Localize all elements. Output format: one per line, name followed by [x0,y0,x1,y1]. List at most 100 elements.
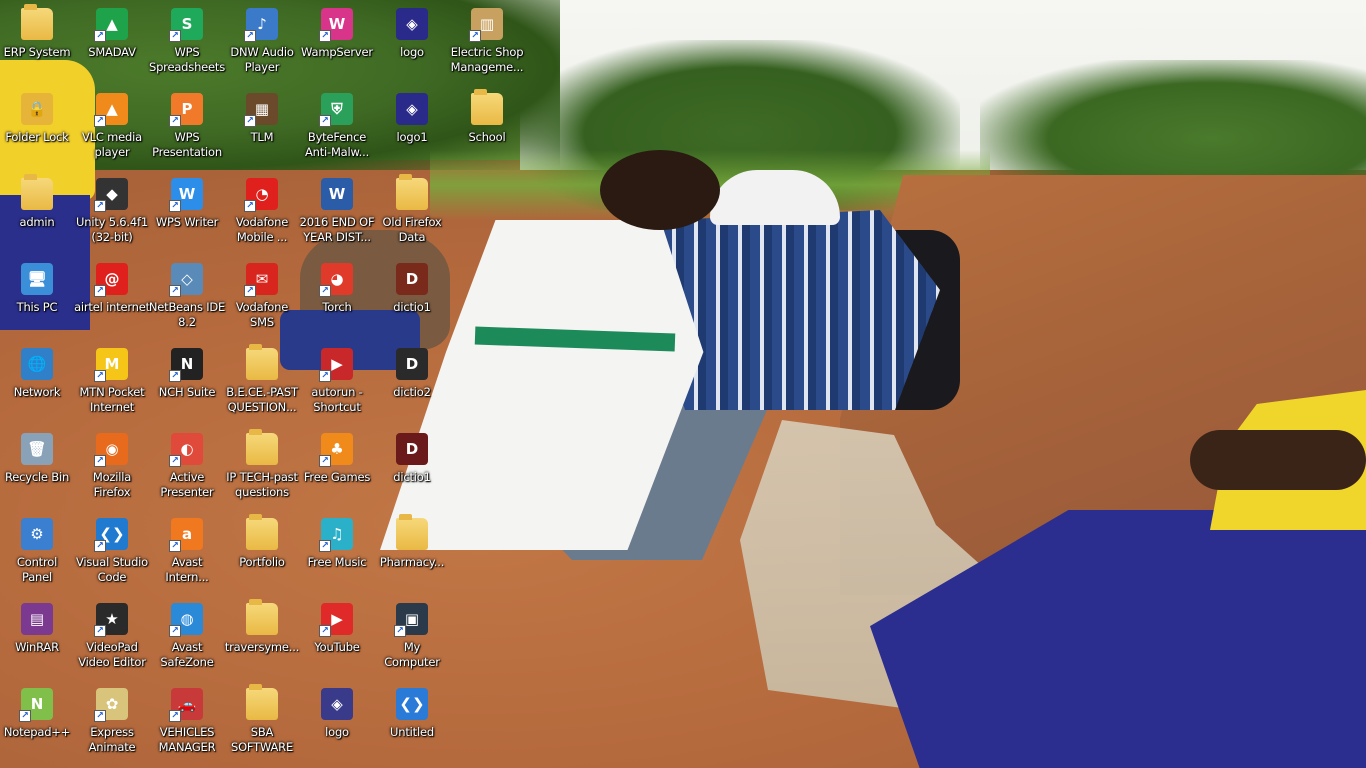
desktop-icon[interactable]: ▲ ↗ SMADAV [75,4,149,84]
desktop-icon-label: Old Firefox Data [382,215,442,244]
desktop-icon[interactable]: ✉ ↗ Vodafone SMS [225,259,299,339]
desktop-icon[interactable]: ❮❯ Untitled [375,684,449,764]
desktop-icon[interactable]: ◈ logo [300,684,374,764]
desktop-icon[interactable]: W 2016 END OF YEAR DIST... [300,174,375,254]
desktop-icon[interactable]: M ↗ MTN Pocket Internet [75,344,149,424]
avast-icon: a ↗ [169,518,203,552]
desktop-icon[interactable]: SBA SOFTWARE [225,684,299,764]
desktop-icon[interactable]: W ↗ WPS Writer [150,174,224,254]
desktop-icon-label: Avast Intern... [165,555,209,584]
shortcut-arrow-icon: ↗ [169,540,181,552]
vodafone-icon: ◔ ↗ [244,178,278,212]
shortcut-arrow-icon: ↗ [319,540,331,552]
desktop-icon[interactable]: IP TECH-past questions [225,429,299,509]
desktop-icon[interactable]: Ddictio1 [375,259,449,339]
desktop-icon-label: Untitled [390,725,434,739]
desktop-icon[interactable]: ◕ ↗ Torch [300,259,374,339]
desktop-icon[interactable]: Pharmacy... [375,514,449,594]
desktop-icon-label: dictio1 [393,300,431,314]
notepad-plus-plus-icon: N ↗ [19,688,53,722]
desktop-icon[interactable]: ◇ ↗ NetBeans IDE 8.2 [148,259,226,339]
desktop-icon[interactable]: Old Firefox Data [375,174,449,254]
mtn-icon: M ↗ [94,348,128,382]
desktop-icon[interactable]: ◉ ↗ Mozilla Firefox [75,429,149,509]
desktop-icon-label: Network [13,385,61,399]
active-presenter-icon: ◐ ↗ [169,433,203,467]
vodafone-sms-icon: ✉ ↗ [244,263,278,297]
image-logo-icon: ◈ [396,8,428,40]
desktop-icon[interactable]: 🗑 Recycle Bin [0,429,74,509]
desktop[interactable]: ERP System 🔒 Folder Lock admin 🖥 This PC 🌐 Netw… [0,0,1366,768]
desktop-icon-label: NetBeans IDE 8.2 [148,300,226,329]
desktop-icon-label: Control Panel [16,555,58,584]
desktop-icon[interactable]: B.E.CE.-PAST QUESTION... [225,344,299,424]
desktop-icon[interactable]: ERP System [0,4,74,84]
folder-icon [246,344,278,380]
desktop-icon[interactable]: ❮❯ ↗ Visual Studio Code [75,514,149,594]
package-icon: ▥ ↗ [469,8,503,42]
desktop-icon[interactable]: ◈ logo1 [375,89,449,169]
desktop-icon-label: traversyme... [224,640,300,654]
shortcut-arrow-icon: ↗ [319,115,331,127]
shortcut-arrow-icon: ↗ [94,200,106,212]
desktop-icon[interactable]: N ↗ Notepad++ [0,684,74,764]
shortcut-arrow-icon: ↗ [94,625,106,637]
desktop-icon[interactable]: ◍ ↗ Avast SafeZone [150,599,224,679]
desktop-icon[interactable]: 🚗 ↗ VEHICLES MANAGER [150,684,224,764]
desktop-icon[interactable]: a ↗ Avast Intern... [150,514,224,594]
desktop-icon-label: dictio2 [393,385,431,399]
desktop-icon[interactable]: admin [0,174,74,254]
desktop-icon[interactable]: Ddictio2 [375,344,449,424]
desktop-icon[interactable]: 🌐 Network [0,344,74,424]
desktop-icon[interactable]: ✿ ↗ Express Animate [75,684,149,764]
desktop-icon[interactable]: School [450,89,524,169]
shortcut-arrow-icon: ↗ [94,115,106,127]
desktop-icon[interactable]: 🔒 Folder Lock [0,89,74,169]
desktop-icon-label: Pharmacy... [379,555,445,569]
desktop-icon[interactable]: ▦ ↗ TLM [225,89,299,169]
desktop-icon[interactable]: ⚙ Control Panel [0,514,74,594]
shortcut-arrow-icon: ↗ [319,625,331,637]
vscode-file-icon: ❮❯ [396,688,428,720]
desktop-icon[interactable]: 🖥 This PC [0,259,74,339]
vehicles-manager-icon: 🚗 ↗ [169,688,203,722]
desktop-icon[interactable]: ◆ ↗ Unity 5.6.4f1 (32-bit) [75,174,149,254]
desktop-icon[interactable]: ♪ ↗ DNW Audio Player [225,4,299,84]
desktop-icon[interactable]: ◔ ↗ Vodafone Mobile ... [225,174,299,254]
desktop-icon-label: SBA SOFTWARE [230,725,294,754]
desktop-icon[interactable]: ⛨ ↗ ByteFence Anti-Malw... [300,89,374,169]
desktop-icon[interactable]: W ↗ WampServer [300,4,374,84]
desktop-icon[interactable]: ▲ ↗ VLC media player [75,89,149,169]
desktop-icon-label: autorun - Shortcut [311,385,363,414]
desktop-icon[interactable]: traversyme... [225,599,299,679]
user-folder-icon [21,174,53,210]
desktop-icon[interactable]: P ↗ WPS Presentation [150,89,224,169]
desktop-icon[interactable]: Ddictio1 [375,429,449,509]
desktop-icon[interactable]: ★ ↗ VideoPad Video Editor [75,599,149,679]
desktop-icon[interactable]: @ ↗ airtel internet [74,259,150,339]
shortcut-arrow-icon: ↗ [94,455,106,467]
desktop-icon[interactable]: ▶ ↗ autorun - Shortcut [300,344,374,424]
desktop-icon[interactable]: S ↗ WPS Spreadsheets [149,4,225,84]
desktop-icon[interactable]: ♫ ↗ Free Music [300,514,374,594]
folder-icon [246,599,278,635]
desktop-icon[interactable]: ▤ WinRAR [0,599,74,679]
desktop-icon-label: Free Games [303,470,371,484]
desktop-icon[interactable]: ♣ ↗ Free Games [300,429,374,509]
desktop-icon[interactable]: ▣ ↗ My Computer [375,599,449,679]
desktop-icon[interactable]: Portfolio [225,514,299,594]
shortcut-arrow-icon: ↗ [169,115,181,127]
unity-icon: ◆ ↗ [94,178,128,212]
desktop-icon-label: ERP System [3,45,71,59]
netbeans-icon: ◇ ↗ [169,263,203,297]
shortcut-arrow-icon: ↗ [319,285,331,297]
desktop-icon-label: Unity 5.6.4f1 (32-bit) [76,215,148,244]
desktop-icon[interactable]: ▶ ↗ YouTube [300,599,374,679]
desktop-icon[interactable]: N ↗ NCH Suite [150,344,224,424]
desktop-icon-label: dictio1 [393,470,431,484]
desktop-icon[interactable]: ◐ ↗ Active Presenter [150,429,224,509]
desktop-icon[interactable]: ◈ logo [375,4,449,84]
free-music-icon: ♫ ↗ [319,518,353,552]
desktop-icon[interactable]: ▥ ↗ Electric Shop Manageme... [450,4,524,84]
autorun-icon: ▶ ↗ [319,348,353,382]
